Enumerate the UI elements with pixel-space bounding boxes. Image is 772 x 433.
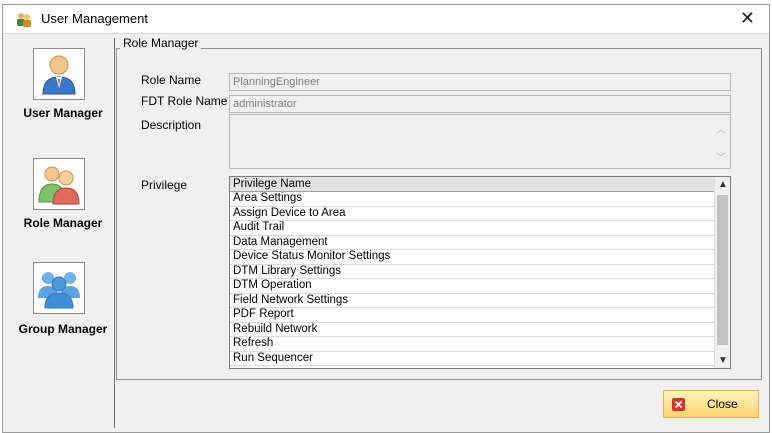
privilege-name-column-header[interactable]: Privilege Name xyxy=(230,177,715,192)
scroll-thumb[interactable] xyxy=(717,195,728,345)
privilege-row[interactable]: PDF Report xyxy=(230,308,715,323)
sidebar-item-label: Group Manager xyxy=(18,322,108,336)
users-app-icon xyxy=(15,11,33,29)
privilege-row[interactable]: DTM Operation xyxy=(230,279,715,294)
window-close-icon[interactable]: ✕ xyxy=(740,8,755,29)
fdt-role-name-field[interactable]: administrator xyxy=(229,95,731,113)
window-title: User Management xyxy=(41,11,148,26)
chevron-up-icon[interactable]: ︿ xyxy=(716,121,726,136)
close-button-label: Close xyxy=(707,397,738,411)
description-field[interactable]: ︿ ﹀ xyxy=(229,114,731,169)
sidebar: User Manager Role Manager Group Manager xyxy=(11,38,115,428)
privilege-label: Privilege xyxy=(141,178,188,192)
group-title: Role Manager xyxy=(120,36,202,50)
role-icon xyxy=(33,158,85,210)
privilege-grid[interactable]: Privilege Name Area Settings Assign Devi… xyxy=(229,176,731,369)
privilege-row[interactable]: DTM Library Settings xyxy=(230,265,715,279)
privilege-row[interactable]: Run Sequencer xyxy=(230,352,715,366)
role-name-label: Role Name xyxy=(141,73,202,87)
chevron-down-icon[interactable]: ﹀ xyxy=(716,149,726,164)
close-icon xyxy=(672,398,685,411)
close-button[interactable]: Close xyxy=(663,390,759,418)
privilege-row[interactable]: Audit Trail xyxy=(230,221,715,236)
user-icon xyxy=(33,48,85,100)
privilege-row[interactable]: Area Settings xyxy=(230,192,715,207)
privilege-row[interactable]: Refresh xyxy=(230,337,715,352)
sidebar-item-group-manager[interactable]: Group Manager xyxy=(11,262,115,352)
sidebar-item-label: User Manager xyxy=(23,106,103,120)
privilege-row[interactable]: Device Status Monitor Settings xyxy=(230,250,715,265)
sidebar-item-user-manager[interactable]: User Manager xyxy=(11,48,115,138)
description-label: Description xyxy=(141,118,202,132)
group-icon xyxy=(33,262,85,314)
privilege-row[interactable]: Assign Device to Area xyxy=(230,207,715,221)
privilege-row[interactable]: Data Management xyxy=(230,236,715,250)
privilege-scrollbar[interactable]: ▲ ▼ xyxy=(714,177,730,368)
scroll-down-icon[interactable]: ▼ xyxy=(718,355,728,366)
role-name-field[interactable]: PlanningEngineer xyxy=(229,73,731,91)
sidebar-item-role-manager[interactable]: Role Manager xyxy=(11,158,115,248)
privilege-row[interactable]: Rebuild Network xyxy=(230,323,715,337)
privilege-row[interactable]: Field Network Settings xyxy=(230,294,715,308)
scroll-up-icon[interactable]: ▲ xyxy=(718,179,728,190)
title-bar: User Management ✕ xyxy=(3,5,769,34)
sidebar-item-label: Role Manager xyxy=(23,216,103,230)
fdt-role-name-label: FDT Role Name xyxy=(141,94,228,108)
privilege-list: Area Settings Assign Device to Area Audi… xyxy=(230,192,715,366)
